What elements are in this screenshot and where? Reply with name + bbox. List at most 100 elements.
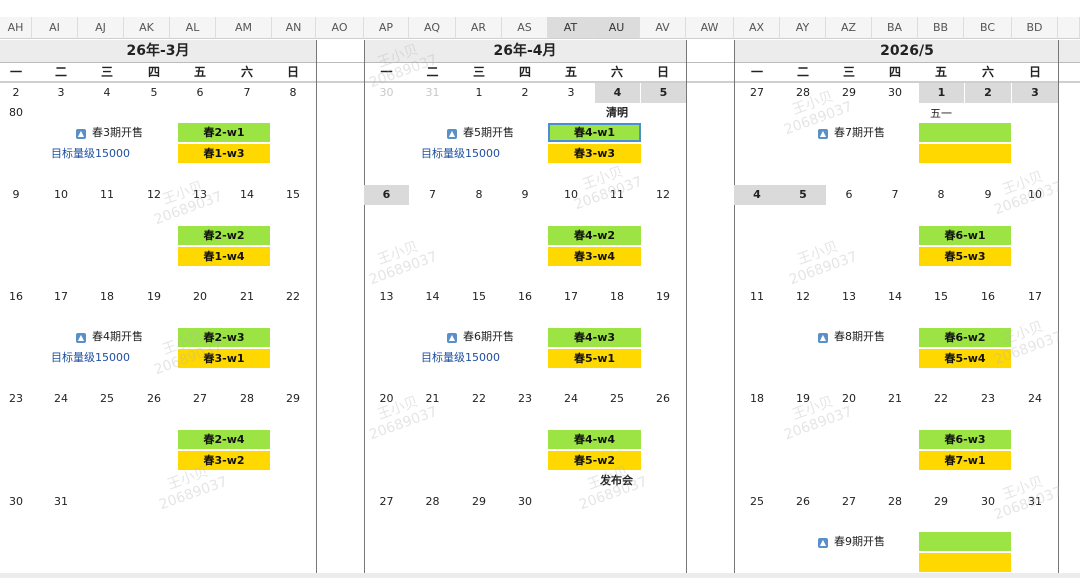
- day-cell[interactable]: 30: [872, 83, 918, 103]
- day-cell[interactable]: 10: [38, 185, 84, 205]
- day-cell[interactable]: 3: [548, 83, 594, 103]
- green-cell[interactable]: 春4-w4: [548, 430, 641, 449]
- day-cell[interactable]: 30: [0, 492, 32, 512]
- day-cell[interactable]: 14: [224, 185, 270, 205]
- column-header[interactable]: AY: [780, 17, 826, 39]
- day-cell[interactable]: 20: [177, 287, 223, 307]
- column-header[interactable]: BC: [964, 17, 1012, 39]
- day-cell[interactable]: 22: [456, 389, 502, 409]
- day-cell[interactable]: 18: [84, 287, 130, 307]
- day-cell[interactable]: 28: [872, 492, 918, 512]
- column-header[interactable]: AH: [0, 17, 32, 39]
- day-cell-holiday[interactable]: 5: [641, 83, 686, 103]
- column-header[interactable]: [1058, 17, 1080, 39]
- day-cell[interactable]: 29: [918, 492, 964, 512]
- column-header[interactable]: BB: [918, 17, 964, 39]
- day-cell[interactable]: 17: [548, 287, 594, 307]
- sale-note[interactable]: ▲ 春6期开售: [447, 328, 514, 346]
- day-cell[interactable]: 8: [456, 185, 502, 205]
- day-cell[interactable]: 3: [38, 83, 84, 103]
- day-cell[interactable]: 24: [1012, 389, 1058, 409]
- day-cell[interactable]: 17: [1012, 287, 1058, 307]
- column-header[interactable]: AP: [364, 17, 409, 39]
- column-header[interactable]: BD: [1012, 17, 1058, 39]
- day-cell[interactable]: 12: [640, 185, 686, 205]
- yellow-cell[interactable]: 春1-w3: [178, 144, 270, 163]
- day-cell[interactable]: 28: [224, 389, 270, 409]
- green-cell[interactable]: 春2-w1: [178, 123, 270, 142]
- yellow-cell[interactable]: 春3-w4: [548, 247, 641, 266]
- green-cell[interactable]: 春4-w2: [548, 226, 641, 245]
- day-cell[interactable]: 31: [38, 492, 84, 512]
- day-cell[interactable]: 5: [131, 83, 177, 103]
- day-cell[interactable]: 25: [734, 492, 780, 512]
- day-cell[interactable]: 21: [872, 389, 918, 409]
- sale-note[interactable]: ▲ 春3期开售: [76, 124, 143, 142]
- green-cell[interactable]: 春2-w4: [178, 430, 270, 449]
- day-cell-holiday[interactable]: 3: [1012, 83, 1058, 103]
- sale-note[interactable]: ▲ 春5期开售: [447, 124, 514, 142]
- yellow-cell[interactable]: 春3-w2: [178, 451, 270, 470]
- target-label[interactable]: 目标量级15000: [51, 349, 130, 367]
- target-label[interactable]: 目标量级15000: [421, 349, 500, 367]
- column-header[interactable]: AM: [216, 17, 272, 39]
- day-cell[interactable]: 19: [640, 287, 686, 307]
- stray-value[interactable]: 80: [0, 103, 32, 123]
- column-header[interactable]: AI: [32, 17, 78, 39]
- day-cell[interactable]: 16: [502, 287, 548, 307]
- green-cell[interactable]: 春4-w3: [548, 328, 641, 347]
- yellow-cell[interactable]: [919, 144, 1011, 163]
- column-header-selected[interactable]: AU: [594, 17, 640, 39]
- day-cell[interactable]: 23: [964, 389, 1012, 409]
- column-header[interactable]: AR: [456, 17, 502, 39]
- day-cell[interactable]: 25: [84, 389, 130, 409]
- day-cell[interactable]: 2: [0, 83, 32, 103]
- day-cell[interactable]: 26: [640, 389, 686, 409]
- day-cell[interactable]: 13: [364, 287, 409, 307]
- day-cell[interactable]: 8: [918, 185, 964, 205]
- day-cell[interactable]: 28: [409, 492, 456, 512]
- day-cell[interactable]: 16: [0, 287, 32, 307]
- day-cell[interactable]: 29: [270, 389, 316, 409]
- day-cell[interactable]: 13: [826, 287, 872, 307]
- day-cell[interactable]: 9: [0, 185, 32, 205]
- day-cell[interactable]: 17: [38, 287, 84, 307]
- day-cell-holiday[interactable]: 2: [965, 83, 1011, 103]
- column-header[interactable]: AQ: [409, 17, 456, 39]
- day-cell[interactable]: 22: [918, 389, 964, 409]
- day-cell[interactable]: 8: [270, 83, 316, 103]
- day-cell[interactable]: 23: [502, 389, 548, 409]
- day-cell[interactable]: 30: [502, 492, 548, 512]
- day-cell[interactable]: 22: [270, 287, 316, 307]
- column-header-selected[interactable]: AT: [548, 17, 594, 39]
- day-cell[interactable]: 24: [38, 389, 84, 409]
- column-header[interactable]: AL: [170, 17, 216, 39]
- horizontal-scrollbar[interactable]: [0, 573, 1080, 578]
- day-cell[interactable]: 18: [594, 287, 640, 307]
- day-cell[interactable]: 27: [734, 83, 780, 103]
- day-cell[interactable]: 26: [131, 389, 177, 409]
- day-cell[interactable]: 27: [364, 492, 409, 512]
- day-cell[interactable]: 12: [780, 287, 826, 307]
- column-header[interactable]: AK: [124, 17, 170, 39]
- day-cell[interactable]: 6: [826, 185, 872, 205]
- day-cell[interactable]: 25: [594, 389, 640, 409]
- column-header[interactable]: AV: [640, 17, 686, 39]
- yellow-cell[interactable]: 春1-w4: [178, 247, 270, 266]
- day-cell[interactable]: 4: [84, 83, 130, 103]
- yellow-cell[interactable]: [919, 553, 1011, 572]
- day-cell[interactable]: 7: [409, 185, 456, 205]
- day-cell-holiday[interactable]: 4: [595, 83, 640, 103]
- day-cell[interactable]: 15: [918, 287, 964, 307]
- yellow-cell[interactable]: 春5-w1: [548, 349, 641, 368]
- day-cell[interactable]: 19: [131, 287, 177, 307]
- sale-note[interactable]: ▲ 春9期开售: [818, 533, 885, 551]
- day-cell[interactable]: 9: [502, 185, 548, 205]
- day-cell[interactable]: 14: [872, 287, 918, 307]
- day-cell[interactable]: 27: [177, 389, 223, 409]
- day-cell[interactable]: 11: [84, 185, 130, 205]
- day-cell[interactable]: 1: [456, 83, 502, 103]
- day-cell[interactable]: 24: [548, 389, 594, 409]
- green-cell[interactable]: 春6-w3: [919, 430, 1011, 449]
- day-cell[interactable]: 16: [964, 287, 1012, 307]
